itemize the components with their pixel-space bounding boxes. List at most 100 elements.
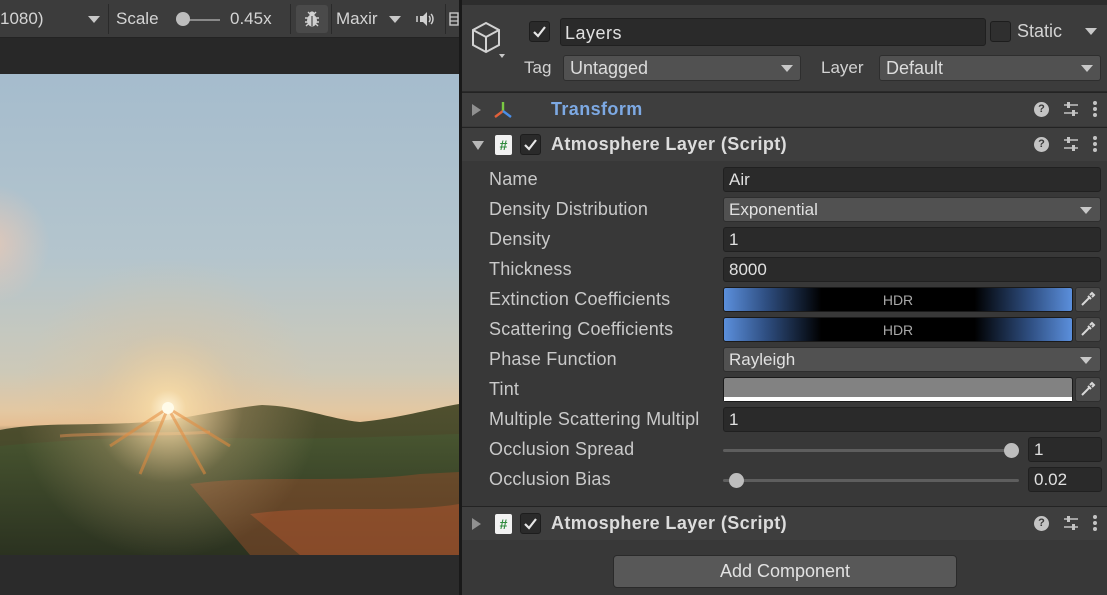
- property-row-tint: Tint: [462, 375, 1107, 405]
- static-checkbox[interactable]: [990, 21, 1011, 42]
- eyedropper-button[interactable]: [1075, 287, 1101, 312]
- eyedropper-icon: [1081, 291, 1096, 306]
- slider-thumb[interactable]: [728, 473, 744, 488]
- grid-icon: [449, 12, 459, 26]
- resolution-dropdown[interactable]: 1080): [0, 5, 104, 33]
- presets-sliders-icon[interactable]: [1063, 515, 1079, 531]
- layer-dropdown[interactable]: Default: [879, 55, 1101, 81]
- csharp-script-icon: #: [495, 514, 512, 534]
- component-header-transform[interactable]: Transform ?: [462, 92, 1107, 126]
- hdr-badge: HDR: [882, 322, 914, 338]
- mute-audio-button[interactable]: [410, 5, 442, 33]
- tag-value: Untagged: [570, 58, 649, 78]
- thickness-field[interactable]: 8000: [723, 257, 1101, 282]
- component-title: Atmosphere Layer (Script): [551, 513, 788, 533]
- layer-value: Default: [886, 58, 944, 78]
- property-label: Occlusion Bias: [489, 469, 611, 489]
- property-row-extinction-coefficients: Extinction Coefficients HDR: [462, 285, 1107, 315]
- scale-slider-thumb[interactable]: [176, 12, 190, 26]
- component-header-tools: ?: [1034, 515, 1097, 531]
- stats-button[interactable]: [296, 5, 328, 33]
- eyedropper-button[interactable]: [1075, 377, 1101, 402]
- chevron-down-icon: [1081, 65, 1093, 72]
- more-options-icon[interactable]: [1093, 101, 1097, 117]
- toolbar-divider: [445, 4, 446, 34]
- gameobject-name-field[interactable]: Layers: [560, 18, 986, 46]
- density-field[interactable]: 1: [723, 227, 1101, 252]
- gameobject-header: Layers Static Tag Untagged Layer Default: [462, 0, 1107, 92]
- resolution-label: 1080): [0, 9, 44, 28]
- game-viewport-render[interactable]: [0, 74, 459, 555]
- property-label: Tint: [489, 379, 520, 399]
- slider-track[interactable]: [723, 479, 1019, 482]
- maximize-dropdown[interactable]: Maxir: [336, 5, 404, 33]
- add-component-button[interactable]: Add Component: [613, 555, 957, 588]
- checkmark-icon: [524, 139, 537, 151]
- static-dropdown-icon[interactable]: [1085, 28, 1097, 35]
- extinction-hdr-color-field[interactable]: HDR: [723, 287, 1073, 312]
- property-label: Multiple Scattering Multipl: [489, 409, 700, 429]
- chevron-down-icon: [1080, 357, 1092, 364]
- layer-label: Layer: [821, 58, 864, 77]
- property-row-density-distribution: Density Distribution Exponential: [462, 195, 1107, 225]
- component-title: Atmosphere Layer (Script): [551, 134, 788, 154]
- more-options-icon[interactable]: [1093, 515, 1097, 531]
- help-icon[interactable]: ?: [1034, 515, 1049, 531]
- property-row-name: Name Air: [462, 165, 1107, 195]
- toolbar-divider: [108, 4, 109, 34]
- occlusion-bias-field[interactable]: 0.02: [1028, 467, 1102, 492]
- speaker-icon: [416, 12, 434, 26]
- maximize-label: Maxir: [336, 9, 378, 28]
- property-row-multiple-scattering: Multiple Scattering Multipl 1: [462, 405, 1107, 435]
- foldout-arrow-icon[interactable]: [472, 518, 481, 530]
- dropdown-value: Rayleigh: [729, 350, 796, 369]
- property-label: Name: [489, 169, 538, 189]
- help-icon[interactable]: ?: [1034, 136, 1049, 152]
- presets-sliders-icon[interactable]: [1063, 101, 1079, 117]
- toolbar-divider: [290, 4, 291, 34]
- more-options-icon[interactable]: [1093, 136, 1097, 152]
- csharp-script-icon: #: [495, 135, 512, 155]
- alpha-bar: [724, 397, 1072, 401]
- chevron-down-icon: [781, 65, 793, 72]
- tab-strip: [462, 0, 1107, 5]
- active-checkbox[interactable]: [529, 21, 550, 42]
- multiple-scattering-field[interactable]: 1: [723, 407, 1101, 432]
- name-text-field[interactable]: Air: [723, 167, 1101, 192]
- transform-axes-icon: [494, 102, 512, 118]
- eyedropper-button[interactable]: [1075, 317, 1101, 342]
- property-row-density: Density 1: [462, 225, 1107, 255]
- component-header-atmosphere-layer[interactable]: # Atmosphere Layer (Script) ?: [462, 127, 1107, 161]
- property-label: Thickness: [489, 259, 572, 279]
- chevron-down-icon: [1080, 207, 1092, 214]
- dropdown-value: Exponential: [729, 200, 818, 219]
- phase-function-dropdown[interactable]: Rayleigh: [723, 347, 1101, 372]
- eyedropper-icon: [1081, 321, 1096, 336]
- tint-color-field[interactable]: [723, 377, 1073, 402]
- component-enabled-checkbox[interactable]: [520, 134, 541, 155]
- foldout-arrow-icon[interactable]: [472, 141, 484, 150]
- scattering-hdr-color-field[interactable]: HDR: [723, 317, 1073, 342]
- slider-thumb[interactable]: [1004, 443, 1019, 458]
- chevron-down-icon: [88, 16, 100, 23]
- component-header-atmosphere-layer-2[interactable]: # Atmosphere Layer (Script) ?: [462, 506, 1107, 540]
- component-enabled-checkbox[interactable]: [520, 513, 541, 534]
- game-view-bottom-bar: [0, 555, 459, 595]
- eyedropper-icon: [1081, 381, 1096, 396]
- property-label: Occlusion Spread: [489, 439, 635, 459]
- gameobject-cube-icon[interactable]: [470, 18, 506, 62]
- property-row-thickness: Thickness 8000: [462, 255, 1107, 285]
- tag-label: Tag: [524, 58, 552, 77]
- presets-sliders-icon[interactable]: [1063, 136, 1079, 152]
- property-row-occlusion-bias: Occlusion Bias 0.02: [462, 465, 1107, 495]
- slider-track[interactable]: [723, 449, 1019, 452]
- tag-dropdown[interactable]: Untagged: [563, 55, 801, 81]
- sunset-landscape-image: [0, 74, 459, 555]
- density-distribution-dropdown[interactable]: Exponential: [723, 197, 1101, 222]
- static-label: Static: [1017, 21, 1063, 41]
- help-icon[interactable]: ?: [1034, 101, 1049, 117]
- occlusion-spread-field[interactable]: 1: [1028, 437, 1102, 462]
- component-header-tools: ?: [1034, 101, 1097, 117]
- foldout-arrow-icon[interactable]: [472, 104, 481, 116]
- property-label: Density Distribution: [489, 199, 649, 219]
